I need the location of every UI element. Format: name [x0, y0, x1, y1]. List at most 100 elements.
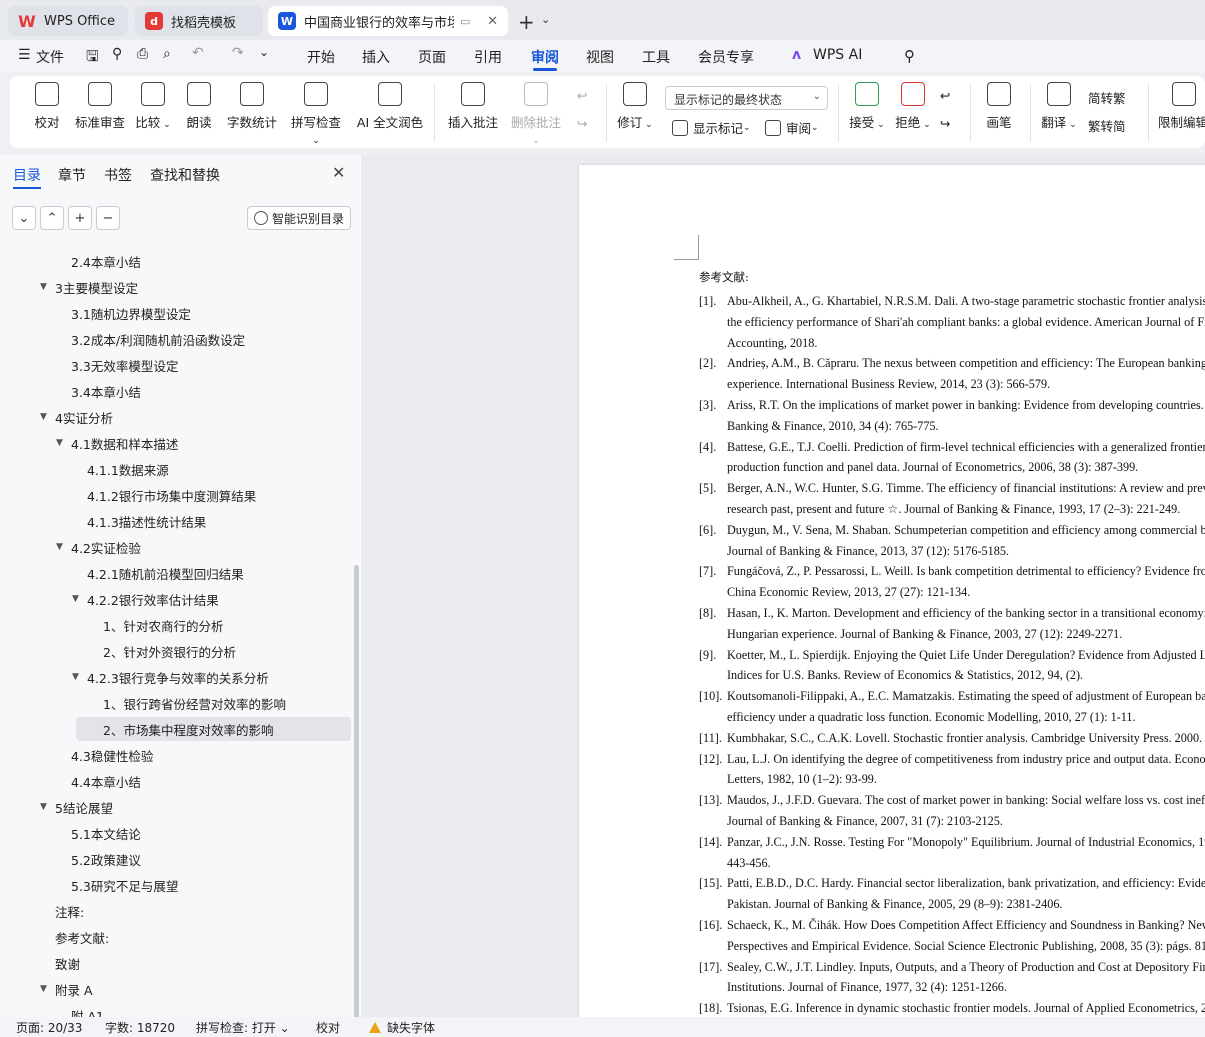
- reject-button[interactable]: 拒绝 ⌄: [894, 82, 932, 131]
- toc-item[interactable]: 5.1本文结论: [71, 821, 141, 845]
- toc-item[interactable]: ▼ 4实证分析: [40, 405, 113, 429]
- tab-docer-templates[interactable]: d 找稻壳模板: [135, 6, 263, 36]
- tab-wps-office[interactable]: W WPS Office: [8, 6, 128, 36]
- spell-check-button[interactable]: 拼写检查 ⌄: [286, 82, 346, 146]
- expand-arrow-icon[interactable]: ▼: [40, 412, 47, 422]
- add-heading-button[interactable]: +: [68, 206, 92, 230]
- toc-item[interactable]: 1、银行跨省份经营对效率的影响: [103, 691, 286, 715]
- redo-icon[interactable]: ↷: [232, 45, 244, 61]
- next-change-icon[interactable]: ↪: [940, 116, 950, 131]
- standard-review-button[interactable]: 标准审查: [74, 82, 126, 131]
- share-icon[interactable]: ⚲: [112, 46, 122, 62]
- toc-item[interactable]: ▼ 5结论展望: [40, 795, 113, 819]
- menu-tools[interactable]: 工具: [642, 47, 670, 67]
- chevron-down-icon[interactable]: ⌄: [259, 45, 269, 59]
- toc-item[interactable]: 4.4本章小结: [71, 769, 141, 793]
- tab-current-document[interactable]: W 中国商业银行的效率与市场竞 ▭ ✕: [268, 6, 508, 36]
- toc-item[interactable]: 4.1.3描述性统计结果: [87, 509, 206, 533]
- smart-toc-button[interactable]: 智能识别目录: [247, 206, 351, 230]
- toc-item[interactable]: 4.1.2银行市场集中度测算结果: [87, 483, 256, 507]
- toc-item[interactable]: ▼ 4.2.3银行竞争与效率的关系分析: [72, 665, 269, 689]
- toc-item[interactable]: ▼ 附录 A: [40, 977, 93, 1001]
- toc-item[interactable]: 致谢: [55, 951, 80, 975]
- close-tab-icon[interactable]: ✕: [487, 14, 498, 29]
- previous-change-icon[interactable]: ↩: [940, 88, 950, 103]
- expand-arrow-icon[interactable]: ▼: [56, 542, 63, 552]
- new-tab-icon[interactable]: +: [518, 10, 535, 34]
- toc-item[interactable]: 注释:: [55, 899, 84, 923]
- ink-button[interactable]: 画笔: [984, 82, 1014, 131]
- tab-toc[interactable]: 目录: [13, 165, 41, 185]
- toc-item[interactable]: ▼ 3主要模型设定: [40, 275, 138, 299]
- close-icon[interactable]: ✕: [332, 163, 345, 182]
- tab-find-replace[interactable]: 查找和替换: [150, 165, 220, 185]
- insert-comment-button[interactable]: 插入批注: [446, 82, 500, 131]
- toc-item[interactable]: 3.2成本/利润随机前沿函数设定: [71, 327, 245, 351]
- chevron-down-icon[interactable]: ⌄: [541, 13, 550, 26]
- menu-insert[interactable]: 插入: [362, 47, 390, 67]
- expand-arrow-icon[interactable]: ▼: [72, 672, 79, 682]
- missing-font-status[interactable]: 缺失字体: [369, 1019, 435, 1036]
- toc-item[interactable]: 3.4本章小结: [71, 379, 141, 403]
- collapse-all-button[interactable]: ⌄: [12, 206, 36, 230]
- search-icon[interactable]: ⚲: [904, 47, 915, 65]
- to-simplified-button[interactable]: 繁转简: [1088, 116, 1126, 135]
- word-count-indicator[interactable]: 字数: 18720: [105, 1019, 175, 1036]
- menu-references[interactable]: 引用: [474, 47, 502, 67]
- next-comment-icon[interactable]: ↪: [577, 116, 587, 131]
- toc-item[interactable]: 4.2.1随机前沿模型回归结果: [87, 561, 244, 585]
- translate-button[interactable]: 翻译 ⌄: [1040, 82, 1078, 131]
- menu-member[interactable]: 会员专享: [698, 47, 754, 67]
- proof-status[interactable]: 校对: [316, 1019, 340, 1036]
- previous-comment-icon[interactable]: ↩: [577, 88, 587, 103]
- toc-item[interactable]: ▼ 4.2实证检验: [56, 535, 141, 559]
- tab-bookmarks[interactable]: 书签: [104, 165, 132, 185]
- toc-item[interactable]: 1、针对农商行的分析: [103, 613, 223, 637]
- hamburger-icon[interactable]: ☰: [18, 47, 31, 63]
- toc-item[interactable]: ▼ 4.2.2银行效率估计结果: [72, 587, 219, 611]
- spell-check-status[interactable]: 拼写检查: 打开 ⌄: [196, 1019, 290, 1036]
- read-aloud-button[interactable]: 朗读: [184, 82, 214, 131]
- toc-item[interactable]: 2、针对外资银行的分析: [103, 639, 236, 663]
- markup-view-select[interactable]: 显示标记的最终状态 ⌄: [665, 86, 828, 110]
- document-page[interactable]: 参考文献: [1]. Abu-Alkheil, A., G. Khartabiel…: [579, 165, 1205, 1017]
- ai-polish-button[interactable]: AI 全文润色: [356, 82, 424, 131]
- restrict-edit-button[interactable]: 限制编辑: [1158, 82, 1205, 131]
- menu-page[interactable]: 页面: [418, 47, 446, 67]
- expand-arrow-icon[interactable]: ▼: [40, 802, 47, 812]
- menu-view[interactable]: 视图: [586, 47, 614, 67]
- undo-icon[interactable]: ↶: [192, 45, 204, 61]
- accept-button[interactable]: 接受 ⌄: [848, 82, 886, 131]
- review-pane-button[interactable]: 审阅 ⌄: [765, 118, 819, 137]
- to-traditional-button[interactable]: 简转繁: [1088, 88, 1126, 107]
- toc-item[interactable]: 5.3研究不足与展望: [71, 873, 178, 897]
- expand-arrow-icon[interactable]: ▼: [40, 984, 47, 994]
- expand-arrow-icon[interactable]: ▼: [40, 282, 47, 292]
- expand-arrow-icon[interactable]: ▼: [72, 594, 79, 604]
- toc-item[interactable]: 4.3稳健性检验: [71, 743, 153, 767]
- menu-home[interactable]: 开始: [307, 47, 335, 67]
- toc-item[interactable]: 2、市场集中程度对效率的影响: [76, 717, 351, 741]
- toc-item[interactable]: 参考文献:: [55, 925, 109, 949]
- print-icon[interactable]: ⎙: [137, 46, 148, 62]
- toc-item[interactable]: 2.4本章小结: [71, 249, 141, 273]
- show-markup-button[interactable]: 显示标记 ⌄: [672, 118, 751, 137]
- expand-arrow-icon[interactable]: ▼: [56, 438, 63, 448]
- compare-button[interactable]: 比较 ⌄: [134, 82, 172, 131]
- remove-heading-button[interactable]: −: [96, 206, 120, 230]
- save-icon[interactable]: 🖫: [86, 46, 99, 71]
- menu-review[interactable]: 审阅: [531, 47, 559, 67]
- track-changes-button[interactable]: 修订 ⌄: [616, 82, 654, 131]
- menu-wps-ai[interactable]: WPS AI: [813, 47, 862, 63]
- toc-item[interactable]: 3.3无效率模型设定: [71, 353, 178, 377]
- delete-comment-button[interactable]: 删除批注 ⌄: [506, 82, 566, 146]
- expand-all-button[interactable]: ⌃: [40, 206, 64, 230]
- tab-chapters[interactable]: 章节: [58, 165, 86, 185]
- page-indicator[interactable]: 页面: 20/33: [16, 1019, 82, 1036]
- menu-file[interactable]: 文件: [36, 47, 64, 67]
- toc-scrollbar[interactable]: [354, 565, 359, 1037]
- word-count-button[interactable]: 字数统计: [226, 82, 278, 131]
- toc-item[interactable]: 5.2政策建议: [71, 847, 141, 871]
- print-preview-icon[interactable]: ⌕: [163, 46, 171, 62]
- toc-item[interactable]: ▼ 4.1数据和样本描述: [56, 431, 178, 455]
